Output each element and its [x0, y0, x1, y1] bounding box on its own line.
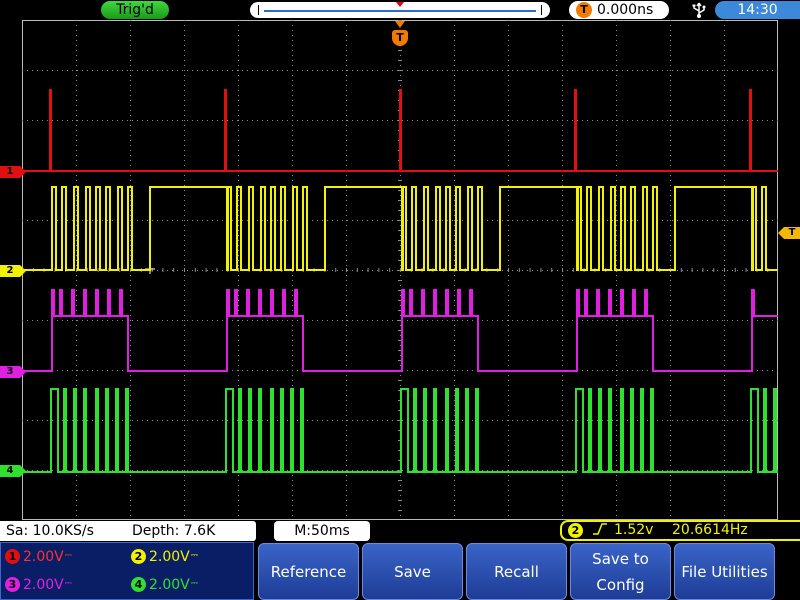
channel3-trace [22, 289, 778, 372]
save-to-config-label-line2: Config [596, 575, 645, 594]
channel3-marker[interactable]: 3 [0, 366, 26, 378]
save-button[interactable]: Save [362, 543, 463, 600]
dc-coupling-icon: ⎓ [64, 579, 72, 589]
file-utilities-button[interactable]: File Utilities [674, 543, 775, 600]
trigger-time-arrow-icon [395, 21, 405, 28]
memory-track [264, 10, 536, 12]
clock: 14:30 [715, 1, 800, 19]
trigger-state-badge: Trig'd [101, 1, 169, 19]
rising-edge-icon [592, 522, 608, 541]
channel2-scale[interactable]: 2 2.00V⎓ [131, 547, 198, 565]
memory-depth: Depth: 7.6K [132, 523, 216, 539]
channel4-scale-value: 2.00V [149, 577, 190, 593]
channel1-scale-value: 2.00V [23, 549, 64, 565]
trigger-source-badge: 2 [568, 523, 583, 538]
usb-icon [690, 2, 710, 18]
channel1-badge: 1 [5, 549, 20, 564]
channel2-badge: 2 [131, 549, 146, 564]
channel2-marker[interactable]: 2 [0, 265, 26, 277]
memory-position-bar[interactable] [250, 2, 550, 18]
channel1-scale[interactable]: 1 2.00V⎓ [5, 547, 72, 565]
channel3-scale-value: 2.00V [23, 577, 64, 593]
save-to-config-button[interactable]: Save to Config [570, 543, 671, 600]
waveform-display[interactable] [22, 20, 778, 520]
trigger-state-label: Trig'd [116, 2, 154, 18]
acquisition-info: Sa: 10.0KS/s Depth: 7.6K [0, 521, 256, 541]
save-to-config-label-line1: Save to [592, 549, 649, 568]
channel3-scale[interactable]: 3 2.00V⎓ [5, 575, 72, 593]
trigger-position-readout[interactable]: T 0.000ns [569, 1, 669, 19]
channel-scale-panel: 1 2.00V⎓ 2 2.00V⎓ 3 2.00V⎓ 4 2.00V⎓ [0, 542, 254, 600]
sample-rate: Sa: 10.0KS/s [6, 523, 94, 539]
channel1-marker[interactable]: 1 [0, 166, 26, 178]
channel1-trace [22, 89, 778, 172]
channel4-trace [22, 388, 778, 473]
waveforms [22, 89, 778, 473]
timebase-readout[interactable]: M:50ms [274, 521, 370, 541]
dc-coupling-icon: ⎓ [190, 551, 198, 561]
channel2-trace [22, 186, 778, 271]
channel4-scale[interactable]: 4 2.00V⎓ [131, 575, 198, 593]
frequency-value: 20.6614Hz [672, 522, 748, 538]
trigger-time-marker[interactable]: T [392, 30, 408, 46]
channel4-badge: 4 [131, 577, 146, 592]
trigger-point-marker [396, 2, 404, 7]
trigger-info[interactable]: 2 1.52v 20.6614Hz [560, 520, 800, 541]
channel3-badge: 3 [5, 577, 20, 592]
channel2-scale-value: 2.00V [149, 549, 190, 565]
dc-coupling-icon: ⎓ [64, 551, 72, 561]
dc-coupling-icon: ⎓ [190, 579, 198, 589]
trigger-level-marker[interactable]: T [778, 227, 800, 239]
trigger-icon: T [576, 2, 592, 18]
trigger-position-value: 0.000ns [597, 2, 654, 18]
trigger-level-value: 1.52v [614, 522, 654, 538]
channel4-marker[interactable]: 4 [0, 465, 26, 477]
recall-button[interactable]: Recall [466, 543, 567, 600]
reference-button[interactable]: Reference [258, 543, 359, 600]
